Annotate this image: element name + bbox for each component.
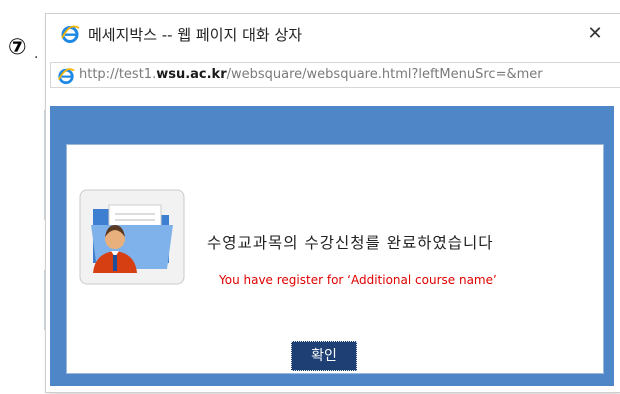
- url-host-prefix: test1.: [118, 67, 157, 82]
- close-icon: ✕: [587, 23, 603, 44]
- internet-explorer-icon: [60, 24, 80, 44]
- internet-explorer-icon: [57, 67, 75, 85]
- address-bar[interactable]: http://test1.wsu.ac.kr/websquare/websqua…: [50, 62, 620, 88]
- message-panel: 수영교과목의 수강신청를 완료하였습니다 You have register f…: [66, 144, 604, 374]
- web-page-dialog-window: 메세지박스 -- 웹 페이지 대화 상자 ✕ http://test1.wsu.…: [46, 14, 620, 392]
- close-button[interactable]: ✕: [582, 22, 608, 46]
- dialog-title: 메세지박스 -- 웹 페이지 대화 상자: [88, 26, 303, 44]
- user-folder-icon: [79, 189, 185, 285]
- ok-button[interactable]: 확인: [291, 341, 357, 371]
- address-url: http://test1.wsu.ac.kr/websquare/websqua…: [79, 67, 615, 82]
- dialog-titlebar[interactable]: 메세지박스 -- 웹 페이지 대화 상자 ✕: [46, 14, 620, 54]
- url-path: /websquare/websquare.html?leftMenuSrc=&m…: [226, 67, 543, 82]
- dialog-content-area: 수영교과목의 수강신청를 완료하였습니다 You have register f…: [50, 106, 614, 386]
- url-host-domain: wsu.ac.kr: [156, 67, 227, 82]
- step-number-badge: ⑦: [8, 35, 27, 60]
- step-number-dot: .: [34, 46, 39, 62]
- completion-message-korean: 수영교과목의 수강신청를 완료하였습니다: [207, 234, 494, 252]
- completion-message-english: You have register for ‘Additional course…: [219, 273, 497, 287]
- url-protocol: http://: [79, 67, 119, 82]
